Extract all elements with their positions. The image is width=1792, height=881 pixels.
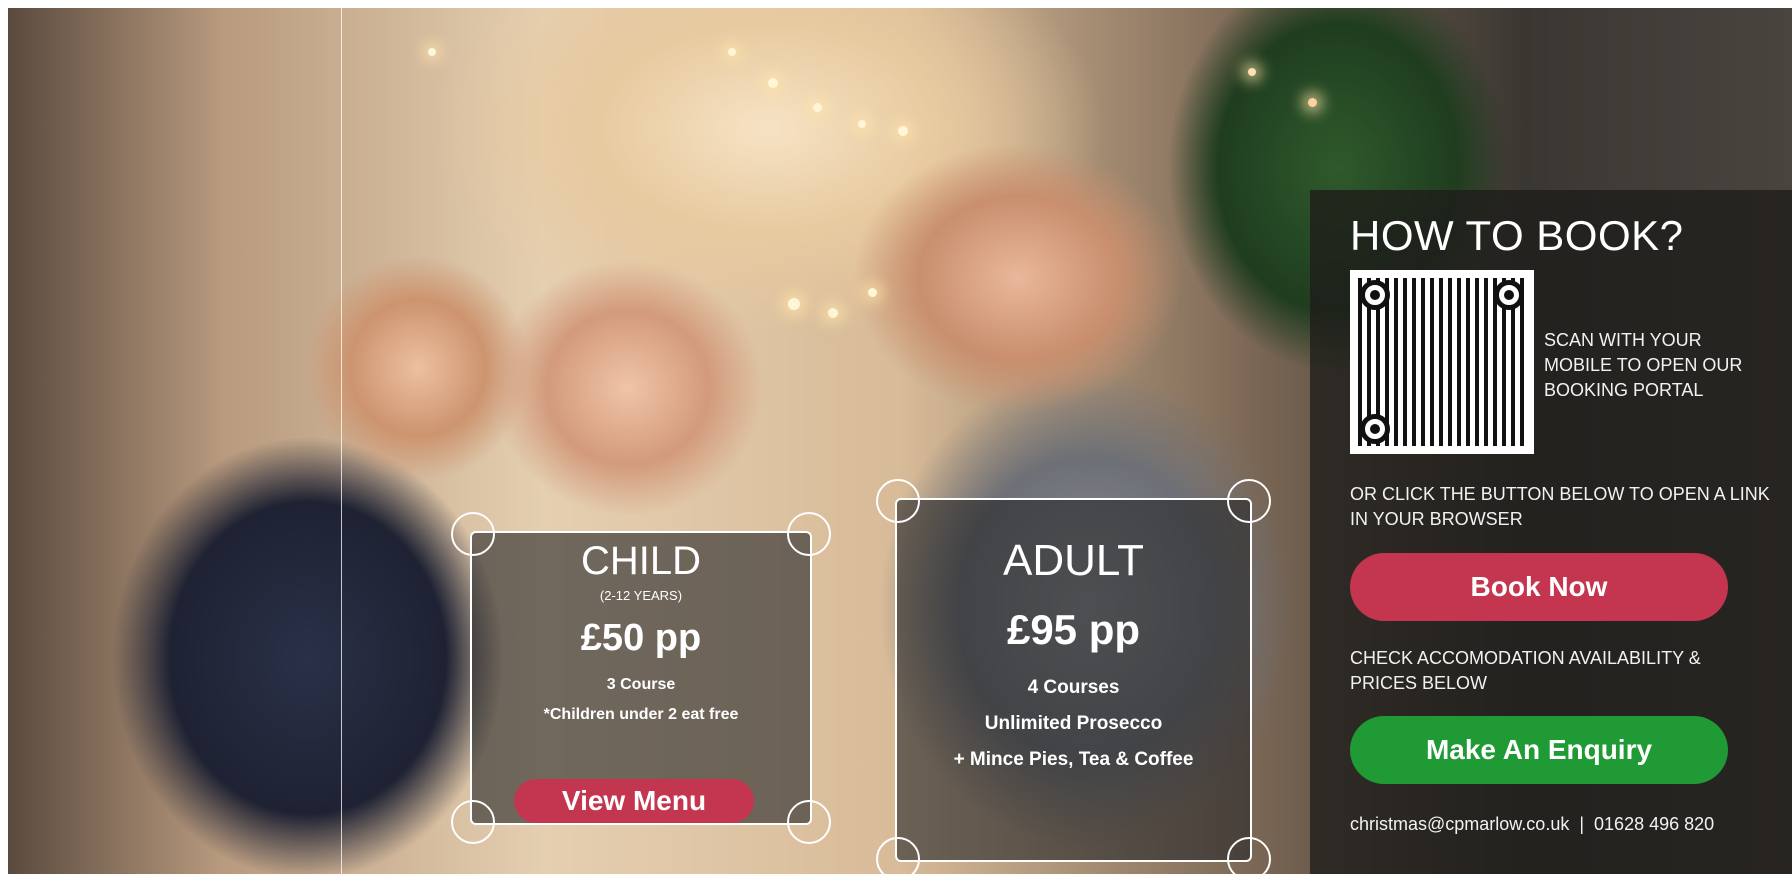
contact-email[interactable]: christmas@cpmarlow.co.uk [1350,814,1569,834]
adult-detail-prosecco: Unlimited Prosecco [984,713,1163,734]
fairy-light [768,78,778,88]
accommodation-instructions: CHECK ACCOMODATION AVAILABILITY & PRICES… [1350,648,1701,693]
child-price-card: CHILD (2-12 YEARS) £50 pp 3 Course *Chil… [451,512,831,844]
fairy-light [858,120,866,128]
contact-separator: | [1579,814,1585,834]
child-detail-courses: 3 Course [606,676,676,693]
qr-finder-icon [1494,280,1524,310]
ticket-notch [876,837,920,881]
fairy-light [813,103,822,112]
child-detail-note: *Children under 2 eat free [543,706,739,723]
fairy-light [428,48,436,56]
qr-code[interactable] [1350,270,1534,454]
vertical-divider [341,8,342,874]
qr-finder-icon [1360,414,1390,444]
view-menu-button[interactable]: View Menu [514,779,754,823]
adult-detail-extras: + Mince Pies, Tea & Coffee [953,749,1194,770]
fairy-light [1308,98,1317,107]
booking-title: HOW TO BOOK? [1350,212,1684,259]
child-details: 3 Course *Children under 2 eat free [472,670,810,730]
fairy-light [898,126,908,136]
ticket-notch [787,800,831,844]
fairy-light [828,308,838,318]
fairy-light [1248,68,1256,76]
child-age-range: (2-12 YEARS) [599,588,683,603]
book-now-button[interactable]: Book Now [1350,553,1728,621]
child-title: CHILD [580,539,702,583]
adult-price: £95 pp [1006,606,1141,653]
fairy-light [868,288,877,297]
fairy-light [728,48,736,56]
ticket-notch [451,800,495,844]
qr-finder-icon [1360,280,1390,310]
contact-line: christmas@cpmarlow.co.uk | 01628 496 820 [1350,814,1714,835]
scan-instructions: SCAN WITH YOUR MOBILE TO OPEN OUR BOOKIN… [1544,330,1743,400]
child-price: £50 pp [580,617,702,659]
ticket-notch [1227,837,1271,881]
contact-phone[interactable]: 01628 496 820 [1594,814,1714,834]
fairy-light [788,298,800,310]
make-enquiry-button[interactable]: Make An Enquiry [1350,716,1728,784]
adult-details: 4 Courses Unlimited Prosecco + Mince Pie… [897,670,1250,778]
adult-price-card: ADULT £95 pp 4 Courses Unlimited Prosecc… [876,479,1271,881]
link-instructions: OR CLICK THE BUTTON BELOW TO OPEN A LINK… [1350,484,1770,529]
adult-detail-courses: 4 Courses [1027,677,1120,698]
adult-title: ADULT [1003,536,1144,585]
